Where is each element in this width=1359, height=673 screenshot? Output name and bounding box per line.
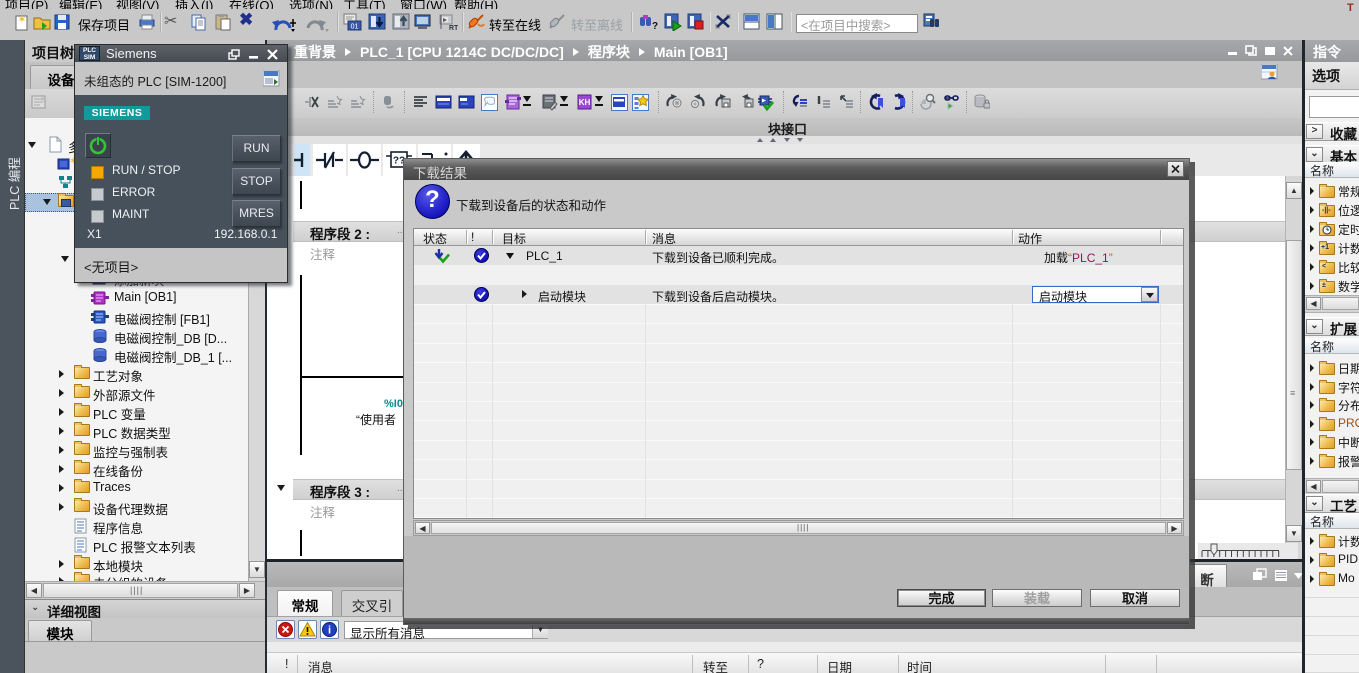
- svg-text:RT: RT: [449, 25, 458, 31]
- svg-text:KH: KH: [579, 98, 591, 107]
- svg-text:✶: ✶: [17, 14, 26, 26]
- svg-text:i: i: [328, 625, 331, 637]
- svg-text:01: 01: [351, 24, 359, 31]
- svg-text:?: ?: [652, 21, 658, 31]
